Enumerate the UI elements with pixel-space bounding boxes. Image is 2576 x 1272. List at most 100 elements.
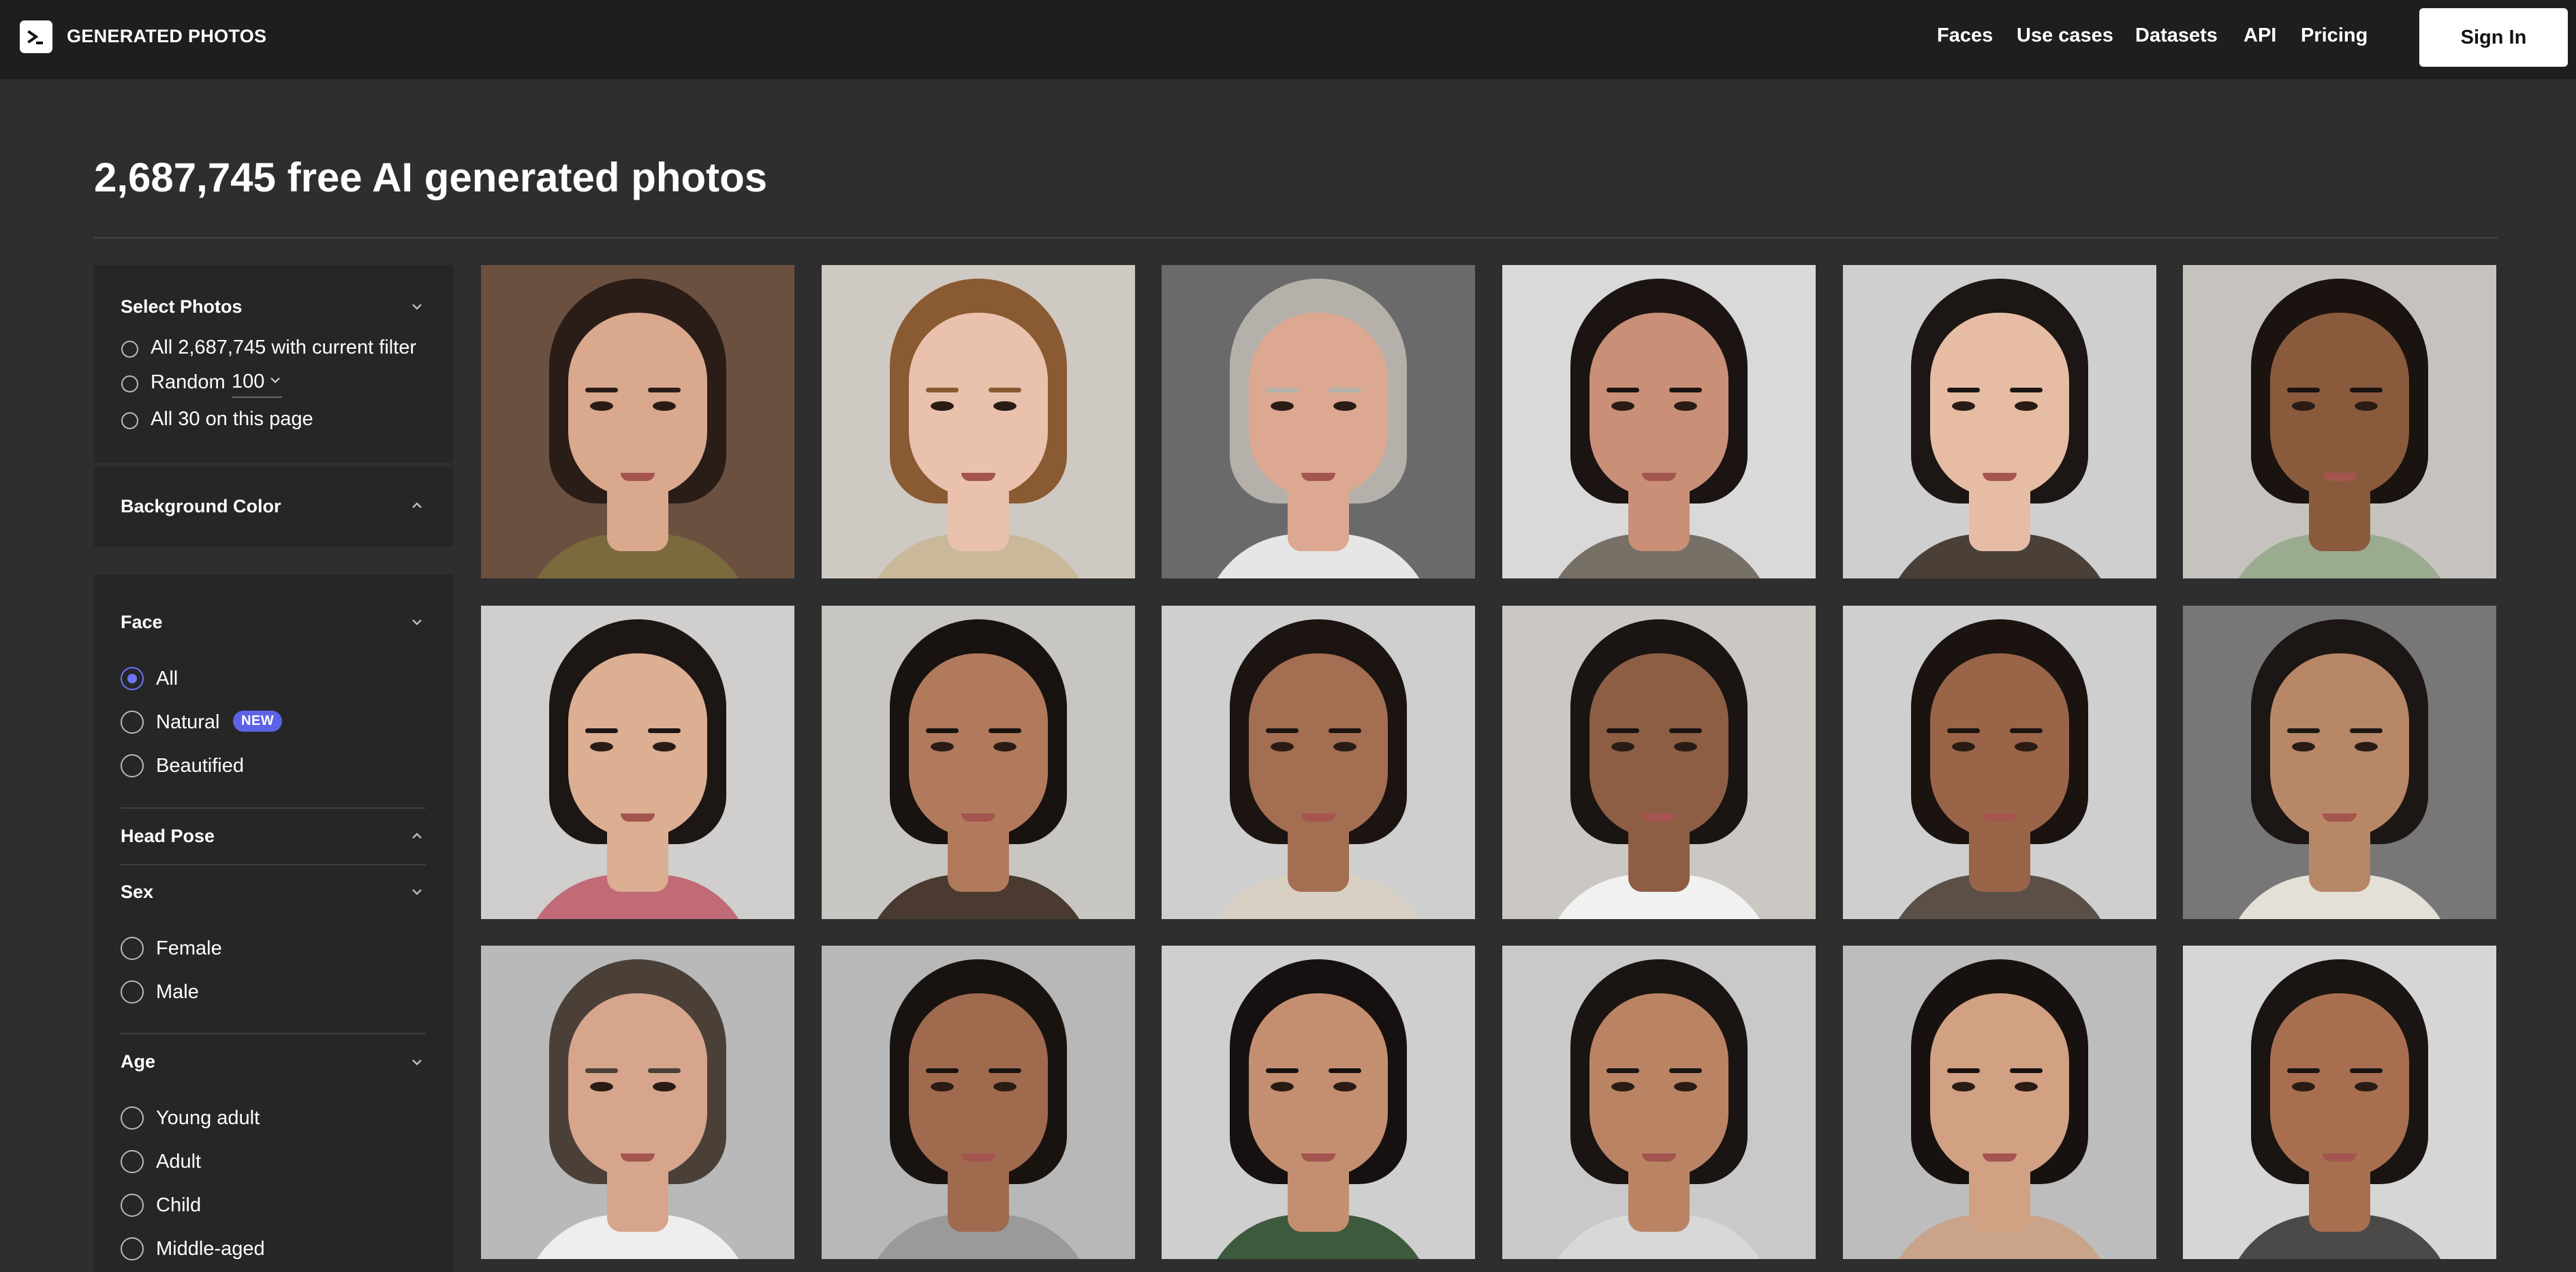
option-age-young-adult[interactable]: Young adult: [156, 1107, 260, 1130]
portrait-left-eye: [1271, 742, 1294, 751]
option-random[interactable]: Random: [151, 371, 226, 394]
photo-tile[interactable]: [2183, 946, 2496, 1259]
option-sex-female[interactable]: Female: [156, 937, 222, 960]
portrait-mouth: [2323, 473, 2357, 481]
portrait-right-eye: [2355, 401, 2378, 411]
photo-tile[interactable]: [1162, 946, 1475, 1259]
chevron-up-icon[interactable]: [408, 831, 426, 841]
face-title[interactable]: Face: [121, 612, 163, 633]
portrait-right-brow: [989, 728, 1021, 733]
option-all-with-filter[interactable]: All 2,687,745 with current filter: [151, 337, 416, 359]
radio-face-natural[interactable]: [121, 711, 144, 734]
portrait-face: [1930, 313, 2069, 497]
photo-tile[interactable]: [1843, 946, 2156, 1259]
portrait-left-brow: [1607, 1068, 1639, 1073]
photo-tile[interactable]: [1843, 265, 2156, 578]
head-pose-title[interactable]: Head Pose: [121, 826, 215, 847]
portrait-left-brow: [1607, 728, 1639, 733]
portrait-right-brow: [1669, 728, 1702, 733]
photo-tile[interactable]: [822, 946, 1135, 1259]
photo-tile[interactable]: [822, 606, 1135, 919]
portrait-mouth: [621, 473, 655, 481]
sign-in-button[interactable]: Sign In: [2419, 8, 2568, 67]
photo-tile[interactable]: [1843, 606, 2156, 919]
radio-age-adult[interactable]: [121, 1150, 144, 1173]
photo-tile[interactable]: [1162, 606, 1475, 919]
age-title[interactable]: Age: [121, 1051, 155, 1072]
chevron-down-icon[interactable]: [408, 1057, 426, 1068]
random-count-select[interactable]: 100: [232, 371, 283, 398]
radio-random[interactable]: [121, 375, 138, 392]
portrait-right-brow: [648, 1068, 681, 1073]
radio-all-with-filter[interactable]: [121, 341, 138, 358]
option-face-beautified[interactable]: Beautified: [156, 755, 244, 777]
portrait-right-brow: [2350, 1068, 2383, 1073]
portrait-left-brow: [585, 388, 618, 392]
portrait-left-eye: [1952, 1082, 1975, 1091]
section-divider: [121, 864, 426, 865]
chevron-down-icon[interactable]: [408, 301, 426, 312]
radio-sex-female[interactable]: [121, 937, 144, 960]
portrait-face: [909, 993, 1048, 1177]
option-sex-male[interactable]: Male: [156, 981, 199, 1004]
portrait-right-brow: [1329, 388, 1361, 392]
portrait-right-eye: [1333, 742, 1356, 751]
portrait-left-brow: [926, 1068, 959, 1073]
select-photos-panel: [94, 265, 453, 463]
sex-title[interactable]: Sex: [121, 882, 153, 903]
photo-tile[interactable]: [822, 265, 1135, 578]
nav-pricing[interactable]: Pricing: [2301, 25, 2368, 47]
option-age-adult[interactable]: Adult: [156, 1151, 201, 1173]
radio-face-beautified[interactable]: [121, 754, 144, 777]
photo-tile[interactable]: [481, 946, 794, 1259]
photo-tile[interactable]: [1502, 606, 1816, 919]
chevron-down-icon[interactable]: [408, 617, 426, 627]
radio-age-middle-aged[interactable]: [121, 1237, 144, 1260]
portrait-right-eye: [653, 742, 676, 751]
photo-tile[interactable]: [1502, 265, 1816, 578]
portrait-right-eye: [2015, 742, 2038, 751]
background-color-title[interactable]: Background Color: [121, 496, 281, 517]
portrait-left-brow: [1266, 388, 1299, 392]
chevron-up-icon[interactable]: [408, 500, 426, 511]
portrait-face: [1589, 653, 1728, 837]
photo-tile[interactable]: [481, 265, 794, 578]
section-divider: [121, 1033, 426, 1034]
portrait-right-eye: [1674, 401, 1697, 411]
photo-tile[interactable]: [2183, 606, 2496, 919]
portrait-mouth: [621, 1153, 655, 1162]
option-age-child[interactable]: Child: [156, 1194, 201, 1217]
photo-tile[interactable]: [1502, 946, 1816, 1259]
radio-sex-male[interactable]: [121, 980, 144, 1004]
option-age-middle-aged[interactable]: Middle-aged: [156, 1238, 265, 1260]
photo-tile[interactable]: [481, 606, 794, 919]
radio-age-child[interactable]: [121, 1194, 144, 1217]
nav-api[interactable]: API: [2244, 25, 2276, 47]
nav-use-cases[interactable]: Use cases: [2017, 25, 2113, 47]
portrait-face: [1249, 653, 1388, 837]
logo-icon[interactable]: [20, 20, 52, 53]
portrait-face: [2270, 313, 2409, 497]
section-divider: [121, 807, 426, 809]
portrait-left-brow: [1947, 388, 1980, 392]
portrait-face: [2270, 993, 2409, 1177]
radio-all-on-page[interactable]: [121, 412, 138, 429]
portrait-right-eye: [653, 401, 676, 411]
option-face-natural[interactable]: Natural: [156, 711, 220, 734]
option-face-all[interactable]: All: [156, 668, 178, 690]
radio-face-all[interactable]: [121, 667, 144, 690]
portrait-left-brow: [1607, 388, 1639, 392]
nav-datasets[interactable]: Datasets: [2135, 25, 2218, 47]
option-all-on-page[interactable]: All 30 on this page: [151, 408, 313, 431]
nav-faces[interactable]: Faces: [1937, 25, 1993, 47]
brand-name[interactable]: GENERATED PHOTOS: [67, 26, 266, 47]
select-photos-title[interactable]: Select Photos: [121, 296, 243, 317]
photo-tile[interactable]: [2183, 265, 2496, 578]
portrait-face: [1930, 993, 2069, 1177]
chevron-down-icon[interactable]: [408, 886, 426, 897]
portrait-right-eye: [2355, 742, 2378, 751]
portrait-left-brow: [2287, 388, 2320, 392]
photo-tile[interactable]: [1162, 265, 1475, 578]
radio-age-young-adult[interactable]: [121, 1106, 144, 1130]
portrait-left-eye: [590, 742, 613, 751]
